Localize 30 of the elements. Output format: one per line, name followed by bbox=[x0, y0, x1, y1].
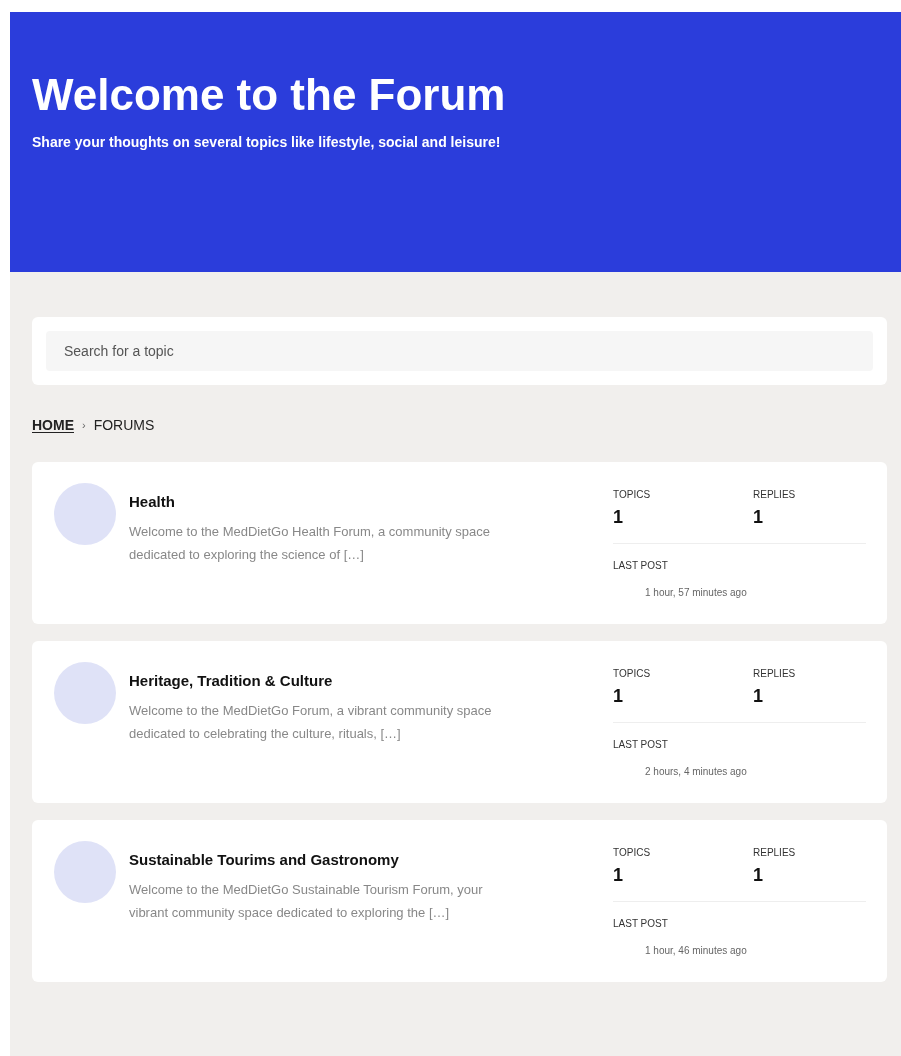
last-post-label: LAST POST bbox=[613, 738, 669, 752]
forum-title[interactable]: Health bbox=[129, 491, 509, 514]
last-post-time: 2 hours, 4 minutes ago bbox=[645, 765, 748, 779]
breadcrumb-separator: › bbox=[82, 418, 86, 434]
topics-count: 1 bbox=[613, 864, 624, 887]
last-post-time: 1 hour, 57 minutes ago bbox=[645, 586, 748, 600]
forum-description: Welcome to the MedDietGo Health Forum, a community space dedicated to exploring the science of […] bbox=[129, 522, 492, 564]
topics-label: TOPICS bbox=[613, 488, 652, 502]
forum-title[interactable]: Sustainable Tourims and Gastronomy bbox=[129, 849, 509, 872]
last-post-time: 1 hour, 46 minutes ago bbox=[645, 944, 748, 958]
replies-count: 1 bbox=[753, 506, 764, 529]
page-title: Welcome to the Forum bbox=[32, 70, 507, 120]
last-post-label: LAST POST bbox=[613, 917, 669, 931]
replies-label: REPLIES bbox=[753, 488, 796, 502]
forum-description: Welcome to the MedDietGo Forum, a vibrant community space dedicated to celebrating the culture, rituals, […] bbox=[129, 701, 493, 743]
home-link[interactable]: HOME bbox=[32, 415, 74, 436]
replies-label: REPLIES bbox=[753, 846, 796, 860]
topics-count: 1 bbox=[613, 685, 624, 708]
topics-label: TOPICS bbox=[613, 846, 652, 860]
topics-count: 1 bbox=[613, 506, 624, 529]
search-field[interactable]: Search for a topic bbox=[46, 331, 873, 371]
breadcrumb-current: FORUMS bbox=[93, 416, 155, 435]
topics-label: TOPICS bbox=[613, 667, 652, 681]
replies-label: REPLIES bbox=[753, 667, 796, 681]
replies-count: 1 bbox=[753, 685, 764, 708]
forum-description: Welcome to the MedDietGo Sustainable Tourism Forum, your vibrant community space dedicated to exploring the […] bbox=[129, 880, 484, 922]
page-subtitle: Share your thoughts on several topics like lifestyle, social and leisure! bbox=[32, 133, 502, 152]
forum-title[interactable]: Heritage, Tradition & Culture bbox=[129, 670, 509, 693]
replies-count: 1 bbox=[753, 864, 764, 887]
last-post-label: LAST POST bbox=[613, 559, 669, 573]
